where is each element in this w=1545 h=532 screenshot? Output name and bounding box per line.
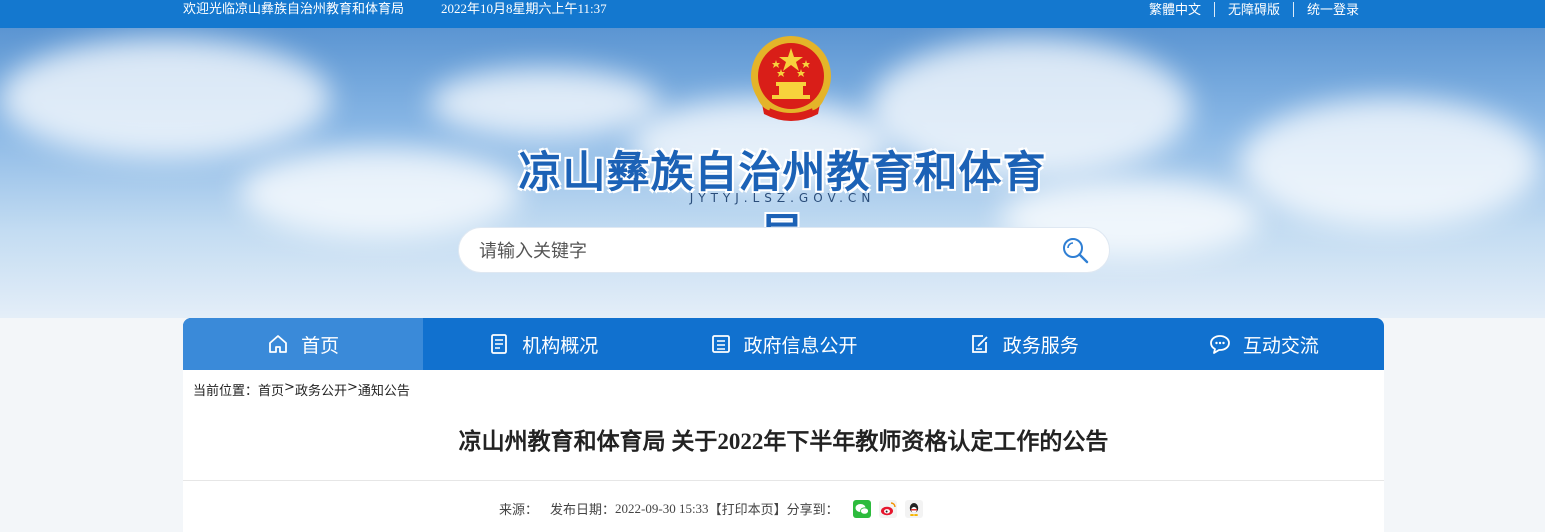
document-list-icon: [491, 334, 508, 354]
nav-item-interaction[interactable]: 互动交流: [1144, 318, 1384, 370]
share-label: 分享到：: [786, 502, 839, 517]
divider: [1214, 2, 1216, 17]
nav-item-label: 政务服务: [1002, 334, 1079, 357]
current-datetime: 2022年10月8星期六上午11:37: [441, 1, 607, 16]
site-domain: JYTYJ.LSZ.GOV.CN: [689, 191, 876, 205]
breadcrumb-label: 当前位置：: [193, 384, 259, 399]
print-button[interactable]: 【打印本页】: [709, 499, 787, 518]
divider: [183, 480, 1384, 481]
nav-item-label: 政府信息公开: [743, 334, 858, 357]
source-label: 来源：: [499, 502, 539, 517]
publish-date: 2022-09-30 15:33: [615, 500, 709, 516]
breadcrumb-separator: >: [284, 380, 295, 395]
main-nav: 首页 机构概况 政府信息公开 政务服务 互动交流: [183, 318, 1384, 370]
article-meta: 来源： 发布日期： 2022-09-30 15:33 【打印本页】 分享到：: [499, 499, 923, 518]
breadcrumb-item-notices[interactable]: 通知公告: [358, 380, 410, 399]
wechat-icon[interactable]: [852, 499, 871, 518]
search-icon[interactable]: [1061, 236, 1091, 266]
home-icon: [269, 335, 287, 353]
nav-item-home[interactable]: 首页: [183, 318, 424, 370]
nav-item-label: 机构概况: [522, 334, 599, 357]
document-icon: [711, 335, 730, 353]
search-input[interactable]: [479, 238, 1039, 264]
search-box: [458, 227, 1110, 273]
breadcrumb-separator: >: [346, 380, 358, 395]
breadcrumb-item-gov-affairs[interactable]: 政务公开: [295, 380, 347, 399]
nav-item-label: 互动交流: [1242, 334, 1319, 357]
traditional-chinese-link[interactable]: 繁體中文: [1149, 0, 1201, 19]
edit-document-icon: [971, 335, 988, 353]
nav-item-gov-services[interactable]: 政务服务: [904, 318, 1144, 370]
nav-item-label: 首页: [301, 334, 340, 357]
qq-icon[interactable]: [904, 499, 923, 518]
top-links: 繁體中文 无障碍版 统一登录: [1149, 0, 1359, 19]
login-link[interactable]: 统一登录: [1307, 0, 1359, 19]
nav-item-info-disclosure[interactable]: 政府信息公开: [663, 318, 903, 370]
nav-item-organization[interactable]: 机构概况: [423, 318, 663, 370]
accessibility-link[interactable]: 无障碍版: [1228, 0, 1280, 19]
article-title: 凉山州教育和体育局 关于2022年下半年教师资格认定工作的公告: [458, 429, 1109, 454]
header-banner: 凉山彝族自治州教育和体育局 JYTYJ.LSZ.GOV.CN: [0, 28, 1545, 318]
divider: [1293, 2, 1295, 17]
breadcrumb: 当前位置： 首页 > 政务公开 > 通知公告: [193, 380, 410, 399]
article-panel: 当前位置： 首页 > 政务公开 > 通知公告 凉山州教育和体育局 关于2022年…: [183, 370, 1384, 532]
date-label: 发布日期：: [550, 502, 616, 517]
welcome-text: 欢迎光临凉山彝族自治州教育和体育局: [183, 1, 405, 16]
top-bar: 欢迎光临凉山彝族自治州教育和体育局 2022年10月8星期六上午11:37 繁體…: [0, 0, 1545, 28]
weibo-icon[interactable]: [878, 499, 897, 518]
national-emblem-icon: [751, 36, 831, 121]
chat-icon: [1210, 335, 1230, 354]
breadcrumb-item-home[interactable]: 首页: [258, 380, 284, 399]
